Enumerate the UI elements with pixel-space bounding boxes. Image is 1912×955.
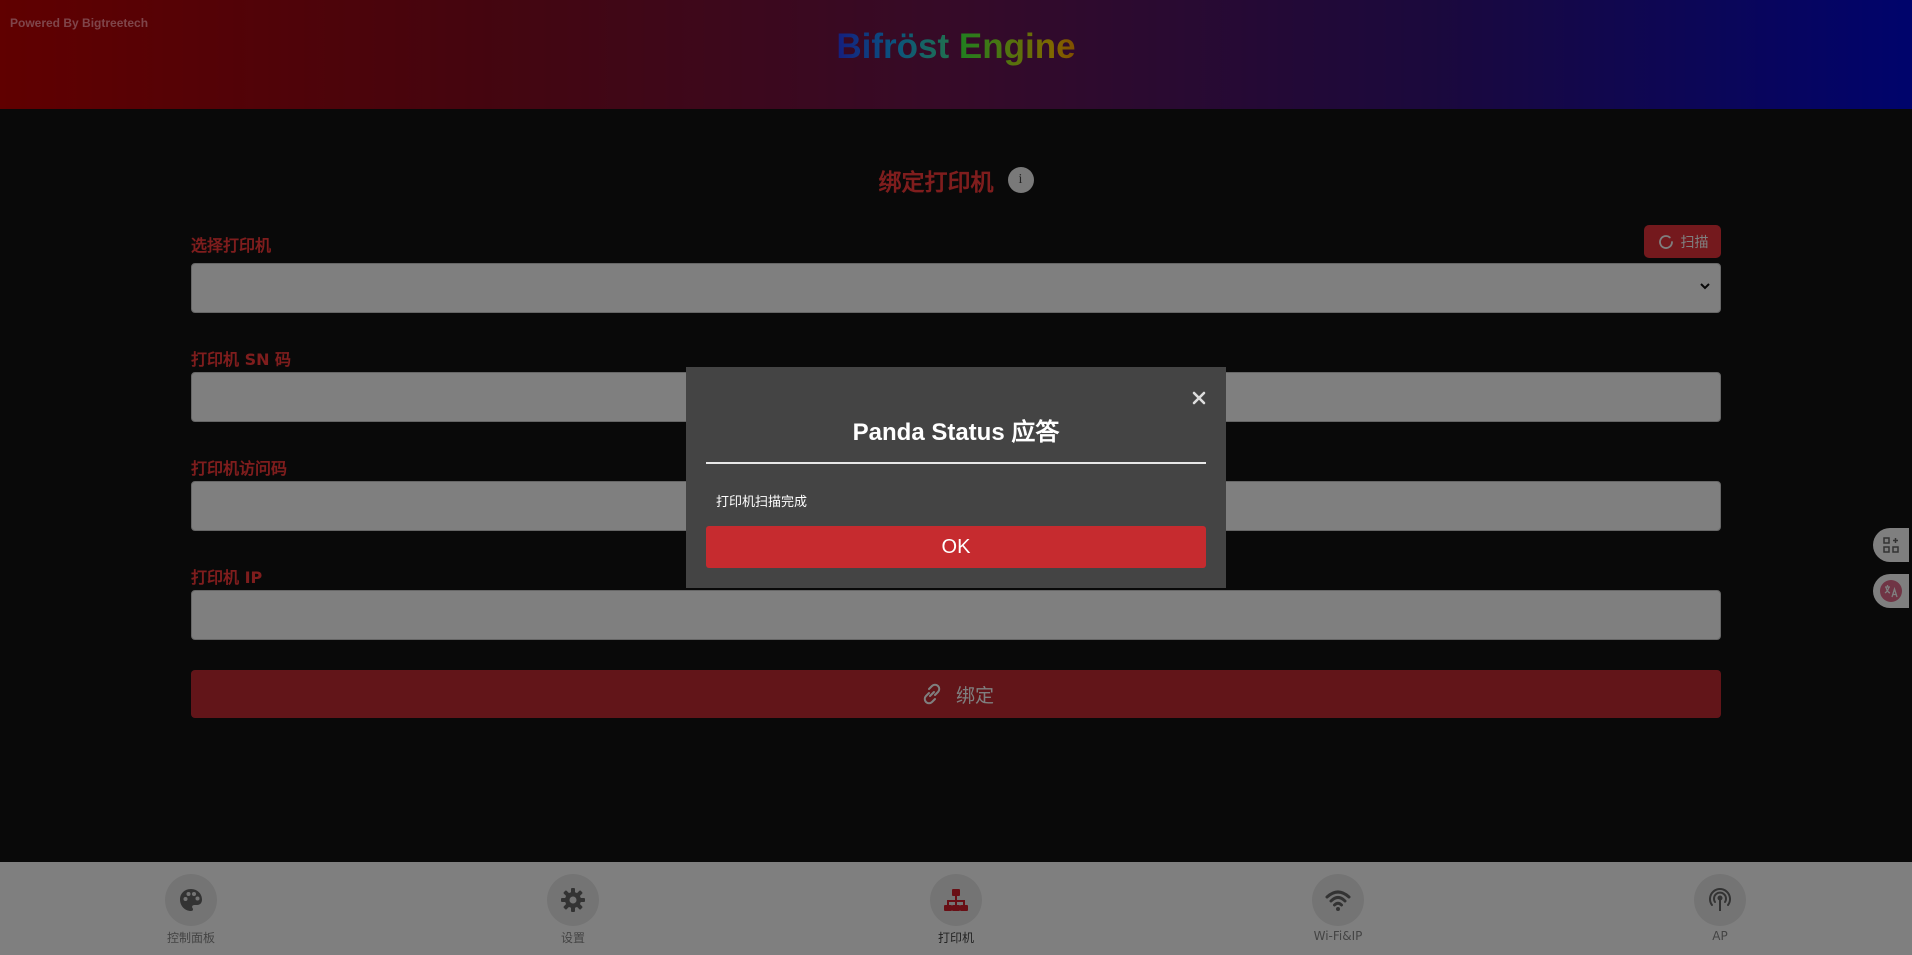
ok-button[interactable]: OK bbox=[706, 526, 1206, 568]
close-icon[interactable] bbox=[1192, 391, 1206, 405]
dialog-divider bbox=[706, 462, 1206, 464]
status-dialog: Panda Status 应答 打印机扫描完成 OK bbox=[686, 367, 1226, 588]
dialog-message: 打印机扫描完成 bbox=[716, 495, 808, 510]
dialog-title: Panda Status 应答 bbox=[852, 419, 1060, 446]
